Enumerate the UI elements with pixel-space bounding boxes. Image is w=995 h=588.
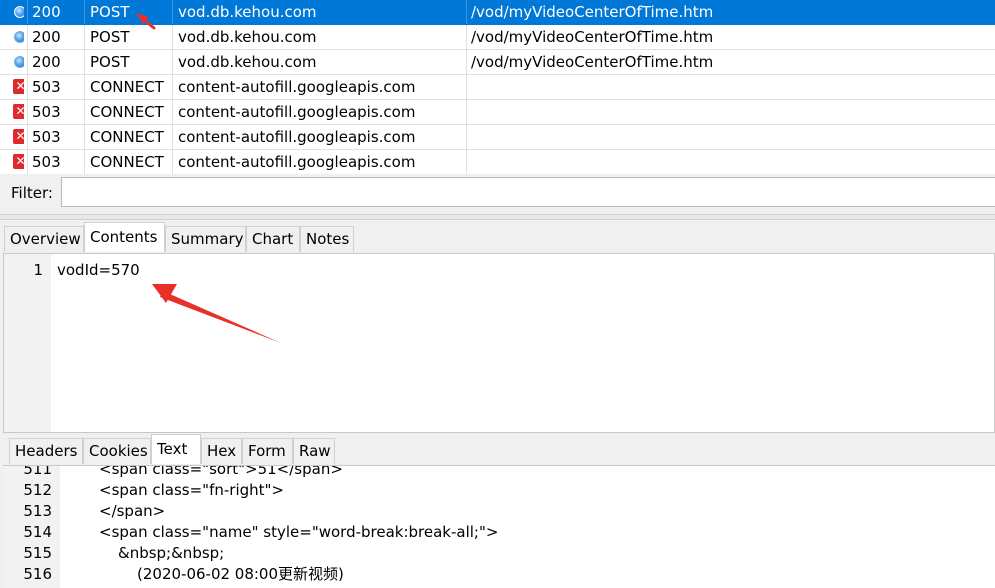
tab-overview[interactable]: Overview	[4, 226, 84, 252]
response-text-view[interactable]: 511 <span class="sort">51</span> 512 <span …	[3, 465, 995, 588]
protocol-cell: CONNECT	[84, 100, 172, 124]
session-icon-cell: ✕	[6, 100, 24, 124]
protocol-cell: POST	[84, 0, 172, 24]
tab-form[interactable]: Form	[242, 438, 293, 464]
error-icon: ✕	[13, 154, 24, 169]
panel-splitter[interactable]	[0, 214, 995, 220]
host-cell: content-autofill.googleapis.com	[172, 125, 466, 149]
session-list[interactable]: 200 POST vod.db.kehou.com/vod/myVideoCente…	[0, 0, 995, 174]
code-text: <span class="name" style="word-break:bre…	[99, 523, 499, 541]
session-row[interactable]: 200 POST vod.db.kehou.com/vod/myVideoCente…	[0, 50, 995, 75]
result-cell: 503	[27, 75, 84, 99]
code-line: 513 </span>	[3, 501, 995, 522]
session-row[interactable]: ✕ 503 CONNECT content-autofill.googleapis.c…	[0, 100, 995, 125]
line-number: 511	[23, 465, 52, 478]
url-cell: /vod/myVideoCenterOfTime.htm	[466, 25, 995, 49]
protocol-cell: CONNECT	[84, 75, 172, 99]
line-number: 515	[23, 544, 52, 562]
request-body-editor[interactable]: 1 vodId=570	[3, 253, 995, 433]
result-cell: 503	[27, 100, 84, 124]
session-icon-cell: ✕	[6, 125, 24, 149]
tab-notes[interactable]: Notes	[300, 226, 354, 252]
host-cell: content-autofill.googleapis.com	[172, 150, 466, 174]
tab-summary[interactable]: Summary	[165, 226, 246, 252]
host-cell: vod.db.kehou.com	[172, 0, 466, 24]
request-body-text: vodId=570	[57, 261, 140, 279]
tab-contents[interactable]: Contents	[84, 222, 165, 252]
url-cell	[466, 75, 995, 99]
url-cell: /vod/myVideoCenterOfTime.htm	[466, 50, 995, 74]
filter-label: Filter:	[11, 184, 53, 202]
error-icon: ✕	[13, 79, 24, 94]
globe-icon	[14, 6, 24, 18]
error-icon: ✕	[13, 104, 24, 119]
host-cell: content-autofill.googleapis.com	[172, 100, 466, 124]
code-line: 512 <span class="fn-right">	[3, 480, 995, 501]
code-text: </span>	[99, 502, 166, 520]
tab-text[interactable]: Text	[151, 434, 201, 464]
globe-icon	[14, 56, 24, 68]
protocol-cell: POST	[84, 25, 172, 49]
url-cell	[466, 100, 995, 124]
session-row[interactable]: 200 POST vod.db.kehou.com/vod/myVideoCente…	[0, 25, 995, 50]
tab-hex[interactable]: Hex	[201, 438, 242, 464]
code-text: (2020-06-02 08:00更新视频)	[137, 565, 344, 583]
session-icon-cell	[6, 25, 24, 49]
protocol-cell: CONNECT	[84, 125, 172, 149]
result-cell: 200	[27, 0, 84, 24]
host-cell: vod.db.kehou.com	[172, 25, 466, 49]
code-text: &nbsp;&nbsp;	[118, 544, 225, 562]
session-icon-cell	[6, 50, 24, 74]
session-row[interactable]: ✕ 503 CONNECT content-autofill.googleapis.c…	[0, 150, 995, 174]
line-number: 516	[23, 565, 52, 583]
protocol-cell: POST	[84, 50, 172, 74]
host-cell: vod.db.kehou.com	[172, 50, 466, 74]
line-number: 512	[23, 481, 52, 499]
url-cell	[466, 125, 995, 149]
request-inspector-tabs: Overview Contents Summary Chart Notes	[0, 222, 995, 252]
error-icon: ✕	[13, 129, 24, 144]
code-line: 516 (2020-06-02 08:00更新视频)	[3, 564, 995, 585]
session-row[interactable]: ✕ 503 CONNECT content-autofill.googleapis.c…	[0, 125, 995, 150]
code-line: 515 &nbsp;&nbsp;	[3, 543, 995, 564]
session-row[interactable]: 200 POST vod.db.kehou.com/vod/myVideoCente…	[0, 0, 995, 25]
code-line: 511 <span class="sort">51</span>	[3, 465, 995, 480]
url-cell	[466, 150, 995, 174]
tab-raw[interactable]: Raw	[293, 438, 335, 464]
protocol-cell: CONNECT	[84, 150, 172, 174]
session-icon-cell: ✕	[6, 75, 24, 99]
code-text: <span class="fn-right">	[99, 481, 284, 499]
session-icon-cell: ✕	[6, 150, 24, 174]
line-number: 514	[23, 523, 52, 541]
code-line: 514 <span class="name" style="word-break:…	[3, 522, 995, 543]
tab-headers[interactable]: Headers	[9, 438, 83, 464]
filter-input[interactable]	[61, 177, 995, 207]
globe-icon	[14, 31, 24, 43]
line-number: 513	[23, 502, 52, 520]
session-icon-cell	[6, 0, 24, 24]
filter-bar: Filter:	[0, 174, 995, 214]
result-cell: 503	[27, 150, 84, 174]
code-text: <span class="sort">51</span>	[99, 465, 343, 478]
host-cell: content-autofill.googleapis.com	[172, 75, 466, 99]
tab-cookies[interactable]: Cookies	[83, 438, 151, 464]
result-cell: 503	[27, 125, 84, 149]
line-number: 1	[33, 261, 43, 279]
line-number-gutter: 1	[4, 254, 51, 432]
tab-chart[interactable]: Chart	[246, 226, 300, 252]
result-cell: 200	[27, 50, 84, 74]
result-cell: 200	[27, 25, 84, 49]
session-row[interactable]: ✕ 503 CONNECT content-autofill.googleapis.c…	[0, 75, 995, 100]
url-cell: /vod/myVideoCenterOfTime.htm	[466, 0, 995, 24]
response-inspector-tabs: Headers Cookies Text Hex Form Raw	[0, 434, 995, 464]
